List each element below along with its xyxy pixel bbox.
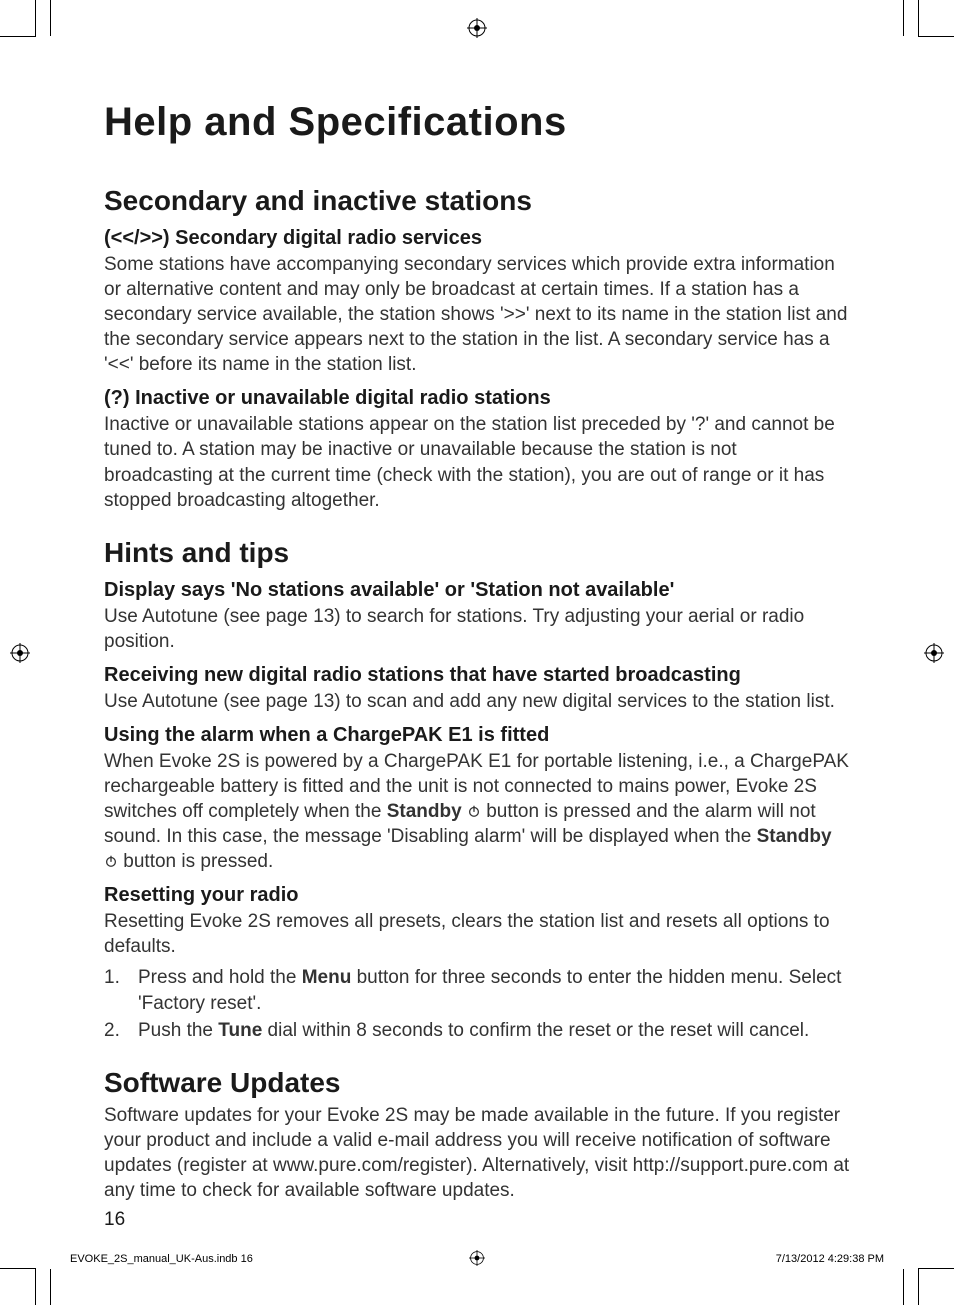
section-heading-hints: Hints and tips xyxy=(104,537,850,569)
section-heading-secondary: Secondary and inactive stations xyxy=(104,185,850,217)
body-resetting-intro: Resetting Evoke 2S removes all presets, … xyxy=(104,909,850,959)
step-text: Push the Tune dial within 8 seconds to c… xyxy=(138,1018,809,1043)
body-software-updates: Software updates for your Evoke 2S may b… xyxy=(104,1103,850,1203)
text-fragment: Push the xyxy=(138,1020,218,1041)
registration-mark-icon xyxy=(924,643,944,668)
registration-mark-icon xyxy=(467,18,487,43)
footer-file: EVOKE_2S_manual_UK-Aus.indb 16 xyxy=(70,1253,253,1265)
page-content: Help and Specifications Secondary and in… xyxy=(104,100,850,1231)
registration-mark-icon xyxy=(10,643,30,668)
section-heading-software: Software Updates xyxy=(104,1067,850,1099)
step-number: 2. xyxy=(104,1018,138,1043)
step-text: Press and hold the Menu button for three… xyxy=(138,965,850,1015)
standby-label: Standby xyxy=(757,826,832,847)
body-alarm-chargepak: When Evoke 2S is powered by a ChargePAK … xyxy=(104,749,850,874)
text-fragment: dial within 8 seconds to confirm the res… xyxy=(262,1020,809,1041)
body-no-stations: Use Autotune (see page 13) to search for… xyxy=(104,604,850,654)
text-fragment: Press and hold the xyxy=(138,967,302,988)
power-icon xyxy=(104,850,118,864)
footer-timestamp: 7/13/2012 4:29:38 PM xyxy=(776,1253,884,1265)
body-new-stations: Use Autotune (see page 13) to scan and a… xyxy=(104,689,850,714)
step-number: 1. xyxy=(104,965,138,1015)
body-secondary-services: Some stations have accompanying secondar… xyxy=(104,252,850,377)
subheading-alarm-chargepak: Using the alarm when a ChargePAK E1 is f… xyxy=(104,724,850,747)
subheading-secondary-services: (<</>>) Secondary digital radio services xyxy=(104,227,850,250)
reset-steps-list: 1. Press and hold the Menu button for th… xyxy=(104,965,850,1042)
standby-label: Standby xyxy=(387,801,462,822)
subheading-no-stations: Display says 'No stations available' or … xyxy=(104,579,850,602)
subheading-new-stations: Receiving new digital radio stations tha… xyxy=(104,664,850,687)
text-fragment: button is pressed. xyxy=(118,851,273,872)
body-inactive-stations: Inactive or unavailable stations appear … xyxy=(104,412,850,512)
page-title: Help and Specifications xyxy=(104,100,850,145)
menu-label: Menu xyxy=(302,967,352,988)
registration-mark-icon xyxy=(469,1250,485,1269)
page-number: 16 xyxy=(104,1209,850,1231)
subheading-inactive-stations: (?) Inactive or unavailable digital radi… xyxy=(104,387,850,410)
tune-label: Tune xyxy=(218,1020,262,1041)
list-item: 2. Push the Tune dial within 8 seconds t… xyxy=(104,1018,850,1043)
list-item: 1. Press and hold the Menu button for th… xyxy=(104,965,850,1015)
print-footer: EVOKE_2S_manual_UK-Aus.indb 16 7/13/2012… xyxy=(70,1253,884,1265)
subheading-resetting: Resetting your radio xyxy=(104,884,850,907)
power-icon xyxy=(467,800,481,814)
